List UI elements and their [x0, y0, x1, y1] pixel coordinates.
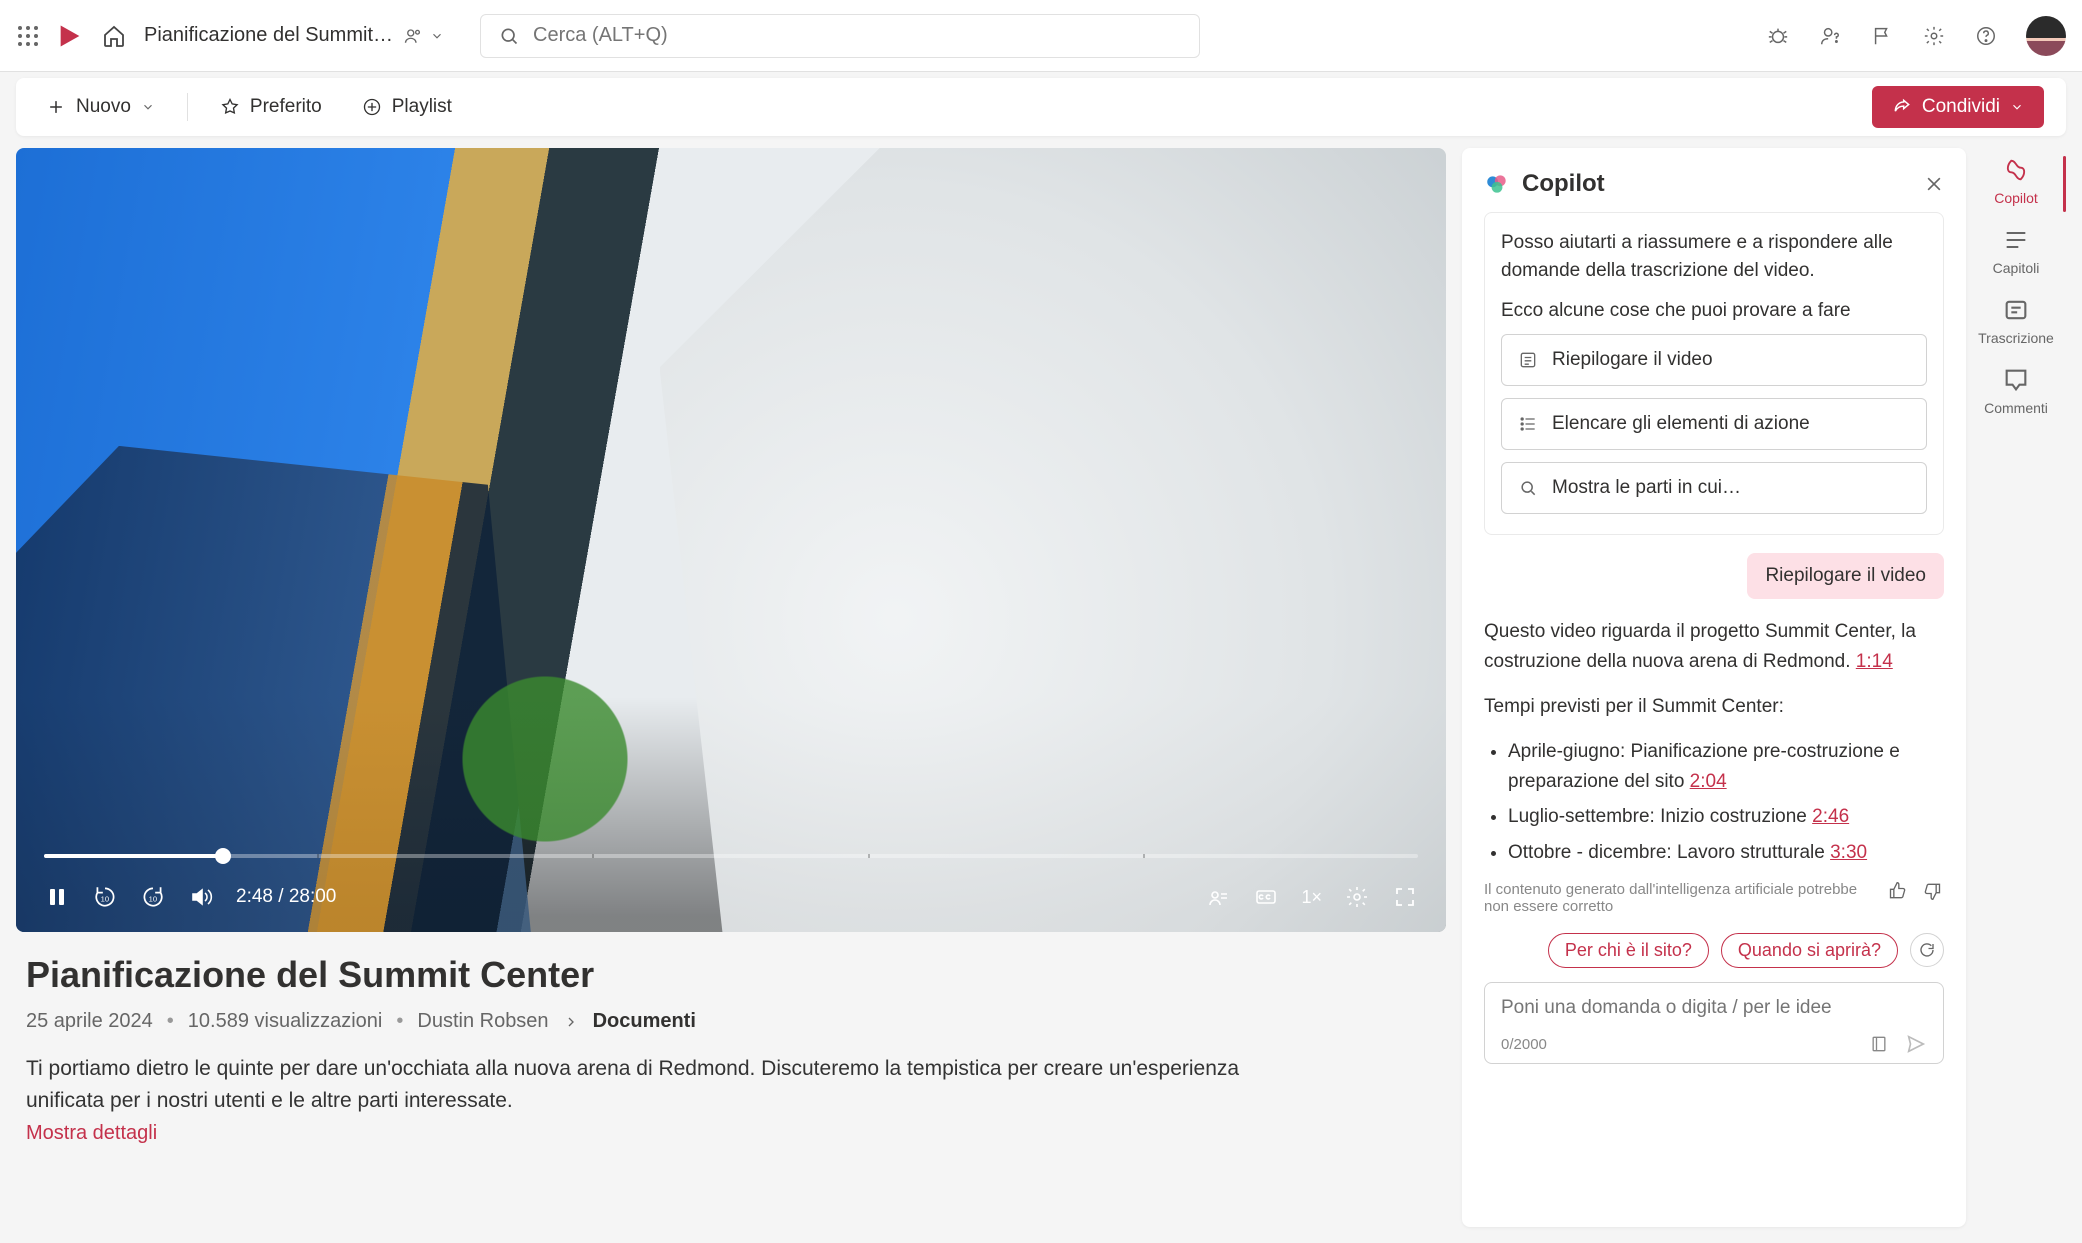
document-title: Pianificazione del Summit Center - S… [144, 24, 396, 47]
favorite-label: Preferito [250, 96, 322, 118]
forward-10-button[interactable]: 10 [140, 884, 166, 910]
thumbs-up-button[interactable] [1888, 881, 1910, 903]
search-icon [499, 26, 519, 46]
suggest-show-parts[interactable]: Mostra le parti in cui… [1501, 462, 1927, 514]
book-icon[interactable] [1869, 1034, 1889, 1054]
rail-transcript[interactable]: Trascrizione [1978, 296, 2054, 346]
video-date: 25 aprile 2024 [26, 1010, 153, 1033]
help-icon[interactable] [1974, 24, 1998, 48]
fullscreen-button[interactable] [1392, 884, 1418, 910]
refresh-suggestions-button[interactable] [1910, 933, 1944, 967]
summary-icon [1518, 350, 1538, 370]
rail-comments[interactable]: Commenti [1984, 366, 2048, 416]
comments-icon [2002, 366, 2030, 394]
breadcrumb-target[interactable]: Documenti [593, 1010, 696, 1033]
chevron-down-icon[interactable] [430, 29, 444, 43]
suggest-summarize[interactable]: Riepilogare il video [1501, 334, 1927, 386]
reply-item: Luglio-settembre: Inizio costruzione 2:4… [1508, 802, 1944, 831]
app-launcher[interactable] [16, 24, 40, 48]
progress-knob[interactable] [215, 848, 231, 864]
ai-disclaimer: Il contenuto generato dall'intelligenza … [1484, 881, 1876, 915]
stream-logo-icon [56, 22, 84, 50]
people-icon [404, 27, 422, 45]
video-thumbnail-art [445, 669, 645, 869]
user-message: Riepilogare il video [1747, 553, 1944, 599]
playlist-button[interactable]: Playlist [354, 90, 460, 124]
timestamp-link[interactable]: 3:30 [1830, 842, 1867, 863]
copilot-intro: Posso aiutarti a riassumere e a risponde… [1501, 229, 1927, 284]
video-views: 10.589 visualizzazioni [188, 1010, 383, 1033]
new-label: Nuovo [76, 96, 131, 118]
reply-item: Aprile-giugno: Pianificazione pre-costru… [1508, 737, 1944, 796]
pause-button[interactable] [44, 884, 70, 910]
chevron-right-icon [563, 1014, 579, 1030]
search-box[interactable] [480, 14, 1200, 58]
copilot-logo-icon [1484, 171, 1510, 197]
video-time: 2:48 / 28:00 [236, 886, 336, 908]
rail-chapters[interactable]: Capitoli [1993, 226, 2040, 276]
video-settings-button[interactable] [1344, 884, 1370, 910]
search-icon [1518, 478, 1538, 498]
svg-text:10: 10 [101, 894, 109, 903]
video-description: Ti portiamo dietro le quinte per dare un… [26, 1053, 1276, 1116]
timestamp-link[interactable]: 2:04 [1690, 771, 1727, 792]
new-button[interactable]: Nuovo [38, 90, 163, 124]
separator [187, 93, 188, 121]
copilot-try-heading: Ecco alcune cose che puoi provare a fare [1501, 300, 1927, 322]
timestamp-link[interactable]: 2:46 [1812, 806, 1849, 827]
close-copilot-button[interactable] [1924, 174, 1944, 194]
copilot-text-input[interactable] [1501, 997, 1927, 1019]
settings-icon[interactable] [1922, 24, 1946, 48]
playlist-label: Playlist [392, 96, 452, 118]
followup-chip-2[interactable]: Quando si aprirà? [1721, 933, 1898, 968]
chapters-icon [2002, 226, 2030, 254]
copilot-reply: Questo video riguarda il progetto Summit… [1484, 617, 1944, 875]
suggest-action-items[interactable]: Elencare gli elementi di azione [1501, 398, 1927, 450]
share-icon [1892, 97, 1912, 117]
flag-icon[interactable] [1870, 24, 1894, 48]
playback-rate[interactable]: 1× [1301, 887, 1322, 908]
share-button[interactable]: Condividi [1872, 86, 2044, 128]
video-owner[interactable]: Dustin Robsen [417, 1010, 548, 1033]
copilot-input[interactable]: 0/2000 [1484, 982, 1944, 1064]
followup-chip-1[interactable]: Per chi è il sito? [1548, 933, 1709, 968]
svg-text:10: 10 [149, 894, 157, 903]
volume-button[interactable] [188, 884, 214, 910]
video-title: Pianificazione del Summit Center [26, 954, 1436, 996]
show-details-link[interactable]: Mostra dettagli [26, 1122, 1436, 1145]
transcript-button[interactable] [1205, 884, 1231, 910]
thumbs-down-button[interactable] [1922, 881, 1944, 903]
copilot-title: Copilot [1522, 170, 1912, 198]
video-progress-bar[interactable] [44, 854, 1418, 858]
reply-item: Ottobre - dicembre: Lavoro strutturale 3… [1508, 838, 1944, 867]
transcript-icon [2002, 296, 2030, 324]
home-button[interactable] [100, 22, 128, 50]
captions-button[interactable] [1253, 884, 1279, 910]
timestamp-link[interactable]: 1:14 [1856, 651, 1893, 672]
progress-fill [44, 854, 223, 858]
favorite-button[interactable]: Preferito [212, 90, 330, 124]
chevron-down-icon [141, 100, 155, 114]
copilot-icon [2002, 156, 2030, 184]
send-button[interactable] [1905, 1033, 1927, 1055]
list-icon [1518, 414, 1538, 434]
video-player[interactable]: 10 10 2:48 / 28:00 1× [16, 148, 1446, 932]
person-question-icon[interactable] [1818, 24, 1842, 48]
rewind-10-button[interactable]: 10 [92, 884, 118, 910]
video-thumbnail-art [660, 148, 1447, 932]
search-input[interactable] [533, 24, 1181, 47]
char-counter: 0/2000 [1501, 1036, 1547, 1053]
chevron-down-icon [2010, 100, 2024, 114]
user-avatar[interactable] [2026, 16, 2066, 56]
share-label: Condividi [1922, 96, 2000, 118]
rail-copilot[interactable]: Copilot [1994, 156, 2038, 206]
bug-icon[interactable] [1766, 24, 1790, 48]
